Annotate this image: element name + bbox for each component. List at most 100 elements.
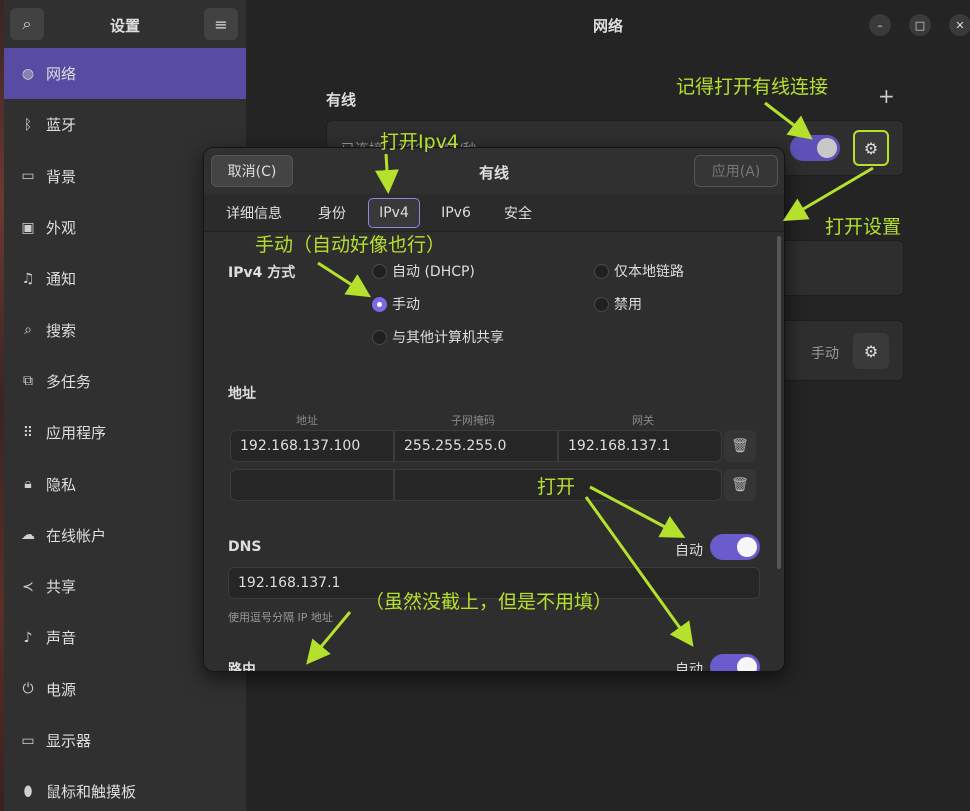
menu-button[interactable]: ≡ — [204, 8, 238, 40]
annotation-open-settings: 打开设置 — [825, 216, 902, 238]
method-local-radio[interactable]: 仅本地链路 — [594, 261, 684, 281]
sidebar-item-label: 外观 — [46, 219, 77, 238]
col-address-header: 地址 — [296, 414, 318, 427]
maximize-button[interactable]: □ — [909, 14, 931, 36]
proxy-value: 手动 — [811, 346, 839, 362]
music-note-icon: ♪ — [23, 629, 33, 646]
tab-security[interactable]: 安全 — [492, 198, 544, 228]
annotation-open: 打开 — [537, 476, 576, 498]
minimize-button[interactable]: – — [869, 14, 891, 36]
radio-indicator — [372, 263, 387, 279]
address-input-empty[interactable] — [230, 469, 394, 501]
col-gateway-header: 网关 — [632, 414, 654, 427]
maximize-icon: □ — [914, 18, 926, 32]
method-disabled-radio[interactable]: 禁用 — [594, 294, 642, 314]
address-section-label: 地址 — [228, 386, 256, 402]
delete-address-button[interactable]: 🗑︎ — [724, 430, 756, 462]
trash-icon: 🗑︎ — [731, 477, 749, 493]
proxy-settings-button[interactable]: ⚙ — [853, 333, 889, 369]
wired-section-title: 有线 — [326, 91, 357, 109]
network-icon: ◍ — [21, 65, 35, 82]
method-local-label: 仅本地链路 — [614, 264, 684, 280]
appearance-icon: ▣ — [21, 219, 35, 236]
tab-details[interactable]: 详细信息 — [218, 198, 290, 228]
dns-auto-toggle[interactable] — [710, 534, 760, 560]
sidebar-item-label: 搜索 — [46, 321, 77, 340]
annotation-manual: 手动（自动好像也行） — [255, 234, 446, 256]
method-manual-radio[interactable]: 手动 — [372, 294, 420, 314]
delete-empty-address-button[interactable]: 🗑︎ — [724, 469, 756, 501]
tab-ipv6[interactable]: IPv6 — [430, 198, 482, 228]
col-netmask-header: 子网掩码 — [451, 414, 495, 427]
bluetooth-icon: ᛒ — [23, 116, 33, 133]
ipv4-method-label: IPv4 方式 — [228, 265, 296, 281]
close-button[interactable]: ✕ — [949, 14, 970, 36]
settings-window: ⌕ 设置 ≡ ◍ 网络 ᛒ 蓝牙 ▭ 背景 ▣ 外观 ♫ 通知 ⌕ 搜索 ⧉ 多任务 ⠿ 应用程序 🔒︎ 隐私 ☁︎… — [0, 0, 970, 811]
bell-icon: ♫ — [21, 270, 35, 287]
sidebar-item[interactable]: ᛒ 蓝牙 — [4, 99, 246, 150]
mouse-icon: ⬮ — [23, 783, 33, 800]
method-shared-label: 与其他计算机共享 — [392, 330, 504, 346]
tab-identity[interactable]: 身份 — [306, 198, 358, 228]
sidebar-item[interactable]: ◍ 网络 — [4, 48, 246, 100]
add-connection-icon[interactable]: + — [878, 84, 895, 108]
wired-settings-button[interactable]: ⚙ — [853, 130, 889, 166]
routes-label: 路由 — [228, 662, 256, 672]
method-manual-label: 手动 — [392, 297, 420, 313]
search-icon: ⌕ — [24, 322, 32, 339]
sidebar-header: ⌕ 设置 ≡ — [4, 0, 246, 48]
dialog-tabs: 详细信息 身份 IPv4 IPv6 安全 — [204, 194, 784, 232]
multitask-icon: ⧉ — [23, 373, 33, 390]
sidebar-item-label: 背景 — [46, 167, 77, 186]
netmask-input[interactable]: 255.255.255.0 — [394, 430, 558, 462]
toggle-knob — [737, 537, 757, 557]
radio-indicator — [594, 296, 609, 312]
display-icon: ▭ — [21, 732, 35, 749]
sidebar-item-label: 声音 — [46, 629, 77, 648]
share-icon: ≺ — [22, 578, 34, 595]
dns-hint: 使用逗号分隔 IP 地址 — [228, 611, 333, 624]
radio-indicator — [372, 329, 387, 345]
cloud-icon: ☁︎ — [21, 527, 35, 544]
power-icon: ⏻ — [22, 681, 34, 698]
dns-label: DNS — [228, 539, 262, 555]
toggle-knob — [817, 138, 837, 158]
sidebar-item-label: 鼠标和触摸板 — [46, 783, 137, 802]
scrollbar[interactable] — [777, 236, 781, 569]
close-icon: ✕ — [955, 18, 965, 32]
routes-auto-toggle[interactable] — [710, 654, 760, 671]
gear-icon: ⚙ — [863, 341, 879, 361]
radio-indicator-selected — [372, 296, 387, 312]
sidebar-item-label: 通知 — [46, 270, 77, 289]
gateway-input[interactable]: 192.168.137.1 — [558, 430, 722, 462]
toggle-knob — [737, 657, 757, 671]
sidebar-item-label: 网络 — [46, 65, 77, 84]
gear-icon: ⚙ — [863, 138, 879, 158]
address-input[interactable]: 192.168.137.100 — [230, 430, 394, 462]
dns-auto-label: 自动 — [675, 543, 703, 559]
annotation-open-ipv4: 打开Ipv4 — [380, 131, 459, 153]
page-title: 网络 — [592, 17, 623, 35]
sidebar-item-label: 显示器 — [46, 732, 92, 750]
sidebar-item-label: 在线帐户 — [46, 526, 107, 545]
minimize-icon: – — [877, 18, 883, 32]
tab-ipv4[interactable]: IPv4 — [368, 198, 420, 228]
sidebar-item[interactable]: ⬮ 鼠标和触摸板 — [4, 766, 246, 811]
sidebar-item-label: 电源 — [46, 680, 77, 699]
sidebar-item-label: 共享 — [46, 578, 77, 597]
sidebar-item-label: 蓝牙 — [46, 116, 77, 135]
sidebar-item-label: 隐私 — [46, 475, 77, 494]
wired-toggle[interactable] — [790, 135, 840, 161]
annotation-open-wired: 记得打开有线连接 — [676, 76, 829, 98]
dialog-header: 取消(C) 有线 应用(A) — [204, 148, 784, 194]
lock-icon: 🔒︎ — [24, 476, 32, 493]
method-auto-label: 自动 (DHCP) — [392, 264, 475, 280]
method-auto-radio[interactable]: 自动 (DHCP) — [372, 261, 475, 281]
hamburger-menu-icon: ≡ — [214, 14, 228, 34]
radio-indicator — [594, 263, 609, 279]
sidebar-item[interactable]: ▭ 显示器 — [4, 715, 246, 766]
method-shared-radio[interactable]: 与其他计算机共享 — [372, 327, 504, 347]
annotation-no-need-fill: （虽然没截上，但是不用填） — [365, 591, 613, 613]
method-disabled-label: 禁用 — [614, 297, 642, 313]
apply-button[interactable]: 应用(A) — [694, 155, 778, 187]
